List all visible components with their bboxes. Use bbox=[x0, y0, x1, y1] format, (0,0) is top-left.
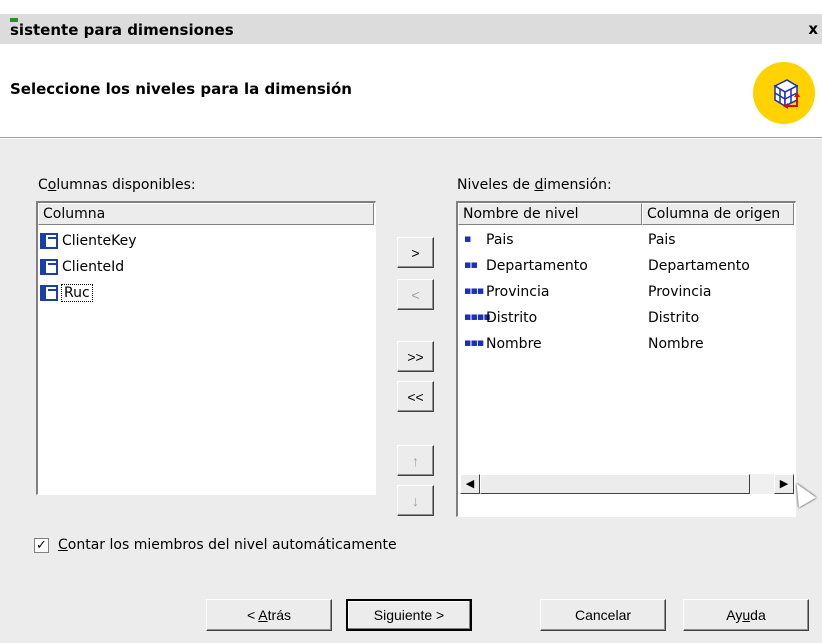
remove-button[interactable]: < bbox=[397, 279, 434, 310]
dimension-levels-list[interactable]: Nombre de nivel Columna de origen ▪ Pais … bbox=[456, 201, 796, 517]
cancel-button[interactable]: Cancelar bbox=[540, 599, 666, 631]
table-column-icon bbox=[40, 233, 58, 249]
table-row[interactable]: ▪▪▪ Provincia Provincia bbox=[458, 280, 794, 306]
page-title: Seleccione los niveles para la dimensión bbox=[10, 80, 352, 98]
wizard-content: Columnas disponibles: Columna ClienteKey… bbox=[0, 139, 822, 643]
leaf-level-icon: ▪▪▪ bbox=[464, 336, 484, 349]
back-button[interactable]: < Atrás bbox=[206, 599, 332, 631]
available-columns-label: Columnas disponibles: bbox=[38, 177, 196, 193]
remove-all-button[interactable]: << bbox=[397, 381, 434, 412]
table-column-icon bbox=[40, 285, 58, 301]
list-item[interactable]: ClienteId bbox=[40, 255, 124, 279]
table-column-icon bbox=[40, 259, 58, 275]
count-members-checkbox[interactable]: ✓ bbox=[34, 538, 49, 553]
horizontal-scrollbar[interactable]: ◀ ▶ bbox=[460, 474, 794, 494]
source-column-header[interactable]: Columna de origen bbox=[642, 203, 794, 225]
window-title: sistente para dimensiones bbox=[10, 21, 234, 39]
close-button[interactable]: x bbox=[808, 20, 818, 38]
table-row[interactable]: ▪▪▪ Nombre Nombre bbox=[458, 332, 794, 358]
table-row[interactable]: ▪▪ Departamento Departamento bbox=[458, 254, 794, 280]
move-down-button[interactable]: ↓ bbox=[397, 485, 434, 516]
add-button[interactable]: > bbox=[397, 237, 434, 268]
help-button[interactable]: Ayuda bbox=[683, 599, 809, 631]
wizard-header: Seleccione los niveles para la dimensión bbox=[0, 44, 822, 138]
scroll-left-icon[interactable]: ◀ bbox=[460, 474, 480, 494]
next-button[interactable]: Siguiente > bbox=[346, 599, 472, 631]
scroll-thumb[interactable] bbox=[480, 474, 750, 494]
add-all-button[interactable]: >> bbox=[397, 341, 434, 372]
level-1-icon: ▪ bbox=[464, 232, 471, 245]
level-3-icon: ▪▪▪ bbox=[464, 284, 484, 297]
cube-icon bbox=[753, 62, 815, 124]
title-bar: sistente para dimensiones x bbox=[0, 14, 822, 44]
column-header[interactable]: Columna bbox=[38, 203, 374, 225]
levels-label: Niveles de dimensión: bbox=[457, 177, 612, 193]
move-up-button[interactable]: ↑ bbox=[397, 445, 434, 476]
table-row[interactable]: ▪ Pais Pais bbox=[458, 228, 794, 254]
available-columns-list[interactable]: Columna ClienteKey ClienteId Ruc bbox=[36, 201, 376, 495]
list-item[interactable]: ClienteKey bbox=[40, 229, 137, 253]
list-item[interactable]: Ruc bbox=[40, 281, 93, 305]
count-members-label[interactable]: Contar los miembros del nivel automática… bbox=[58, 537, 397, 553]
level-4-icon: ▪▪▪▪ bbox=[464, 310, 491, 323]
table-row[interactable]: ▪▪▪▪Distrito Distrito bbox=[458, 306, 794, 332]
level-name-header[interactable]: Nombre de nivel bbox=[458, 203, 642, 225]
level-2-icon: ▪▪ bbox=[464, 258, 478, 271]
